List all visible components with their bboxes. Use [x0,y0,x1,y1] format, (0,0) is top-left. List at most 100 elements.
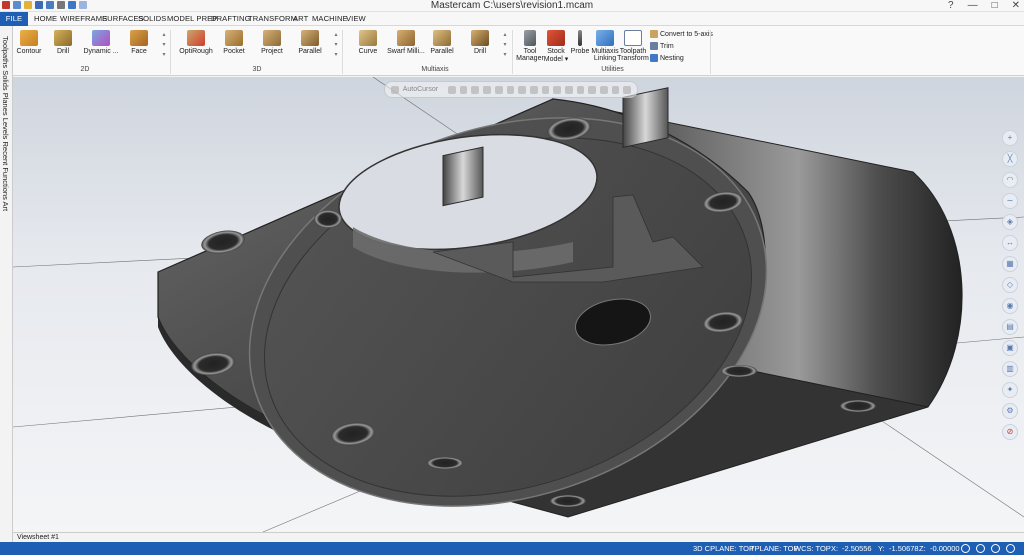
close-button[interactable]: ✕ [1012,0,1020,12]
settings-icon[interactable]: ⚙ [1002,403,1018,419]
dynamic-label: Dynamic ... [83,48,119,55]
tool-manager-line1: Tool [523,48,537,55]
tplane-status[interactable]: TPLANE: TOP [750,542,799,555]
snap-icon[interactable] [576,85,585,94]
tool-manager-line2: Manager [516,55,544,62]
snap-icon[interactable] [564,85,573,94]
viewsheet-tab[interactable]: Viewsheet #1 [17,533,59,542]
select-solids-icon[interactable]: ▦ [1002,256,1018,272]
ribbon-divider [342,30,343,74]
snap-icon[interactable] [494,85,503,94]
gallery-scroll-multiaxis[interactable]: ▴ ▾ ▾ [502,30,508,62]
snap-icon[interactable] [529,85,538,94]
snap-icon[interactable] [448,85,456,94]
parallel-icon [301,30,319,46]
x-coord-value: -2.50556 [842,544,872,553]
select-attributes-icon[interactable]: ▣ [1002,340,1018,356]
pocket-button[interactable]: Pocket [213,30,255,66]
project-icon [263,30,281,46]
snap-icon[interactable] [623,85,632,94]
slot-left [442,146,484,207]
autocursor-label[interactable]: AutoCursor [403,86,438,93]
select-color-icon[interactable]: ◉ [1002,298,1018,314]
trim-button[interactable]: Trim [650,41,674,51]
window-title: Mastercam C:\users\revision1.mcam [430,0,594,11]
pocket-icon [225,30,243,46]
multiaxis-linking-icon [596,30,614,46]
select-level-icon[interactable]: ▤ [1002,319,1018,335]
drill-2d-label: Drill [56,48,70,55]
snap-icon[interactable] [600,85,608,94]
minimize-button[interactable]: — [968,0,978,12]
face-button[interactable]: Face [118,30,160,66]
tab-solids[interactable]: SOLIDS [136,12,168,26]
select-arcs-icon[interactable]: ◠ [1002,172,1018,188]
toolpath-transform-button[interactable]: Toolpath Transform [617,30,649,66]
trim-icon [650,42,658,50]
clear-selection-icon[interactable]: ⊘ [1002,424,1018,440]
snap-icon[interactable] [611,85,620,94]
ribbon: Contour Drill Dynamic ... Face ▴ ▾ ▾ 2D Op… [0,26,1024,76]
snap-icon[interactable] [471,85,480,94]
bolt-hole [550,495,586,507]
snap-icon[interactable] [553,85,561,94]
manager-tabs: Toolpaths Solids Planes Levels Recent Fu… [0,26,13,542]
nesting-label: Nesting [660,54,684,62]
select-results-icon[interactable]: ✦ [1002,382,1018,398]
dynamic-button[interactable]: Dynamic ... [80,30,122,66]
tab-home[interactable]: HOME [32,12,59,26]
help-icon[interactable]: ? [948,0,954,12]
snap-icon[interactable] [459,85,468,94]
select-dimensions-icon[interactable]: ↔ [1002,235,1018,251]
parallel-3d-button[interactable]: Parallel [289,30,331,66]
nesting-button[interactable]: Nesting [650,53,684,63]
view-icon[interactable] [976,544,985,553]
select-groups-icon[interactable]: ▥ [1002,361,1018,377]
group-label-3d: 3D [252,66,262,73]
tab-art[interactable]: ART [291,12,310,26]
parallel-multiaxis-label: Parallel [430,48,454,55]
tab-view[interactable]: VIEW [344,12,368,26]
cplane-status[interactable]: 3D CPLANE: TOP [693,542,754,555]
parallel-3d-label: Parallel [298,48,322,55]
bolt-hole [427,457,463,469]
probe-label: Probe [570,48,590,55]
menu-bar: FILE HOME WIREFRAME SURFACES SOLIDS MODE… [0,12,1024,26]
manager-tab-labels[interactable]: Toolpaths Solids Planes Levels Recent Fu… [1,36,10,211]
optirough-button[interactable]: OptiRough [175,30,217,66]
drill-2d-button[interactable]: Drill [42,30,84,66]
snap-icon[interactable] [541,85,550,94]
stock-model-icon [547,30,565,46]
autocursor-toolbar[interactable]: AutoCursor [384,81,638,98]
snap-icon[interactable] [518,85,526,94]
group-label-multiaxis: Multiaxis [421,66,449,73]
snap-icon[interactable] [588,85,597,94]
graphics-viewport[interactable] [13,77,1024,532]
face-label: Face [131,48,147,55]
globe-icon[interactable] [961,544,970,553]
select-all-icon[interactable]: + [1002,130,1018,146]
gallery-scroll-3d[interactable]: ▴ ▾ ▾ [333,30,339,62]
group-label-2d: 2D [80,66,90,73]
tab-file[interactable]: FILE [0,12,28,26]
wcs-status[interactable]: WCS: TOP [794,542,831,555]
autocursor-icon[interactable] [391,85,399,94]
project-button[interactable]: Project [251,30,293,66]
multiaxis-linking-line2: Linking [593,55,617,62]
select-meshes-icon[interactable]: ◇ [1002,277,1018,293]
wireframe-icon[interactable] [1006,544,1015,553]
select-surfaces-icon[interactable]: ◈ [1002,214,1018,230]
project-label: Project [261,48,283,55]
select-splines-icon[interactable]: ∼ [1002,193,1018,209]
drill-multiaxis-icon [471,30,489,46]
select-lines-icon[interactable]: ╳ [1002,151,1018,167]
drill-multiaxis-button[interactable]: Drill [459,30,501,66]
shading-icon[interactable] [991,544,1000,553]
snap-icon[interactable] [506,85,515,94]
snap-icon[interactable] [483,85,491,94]
maximize-button[interactable]: □ [992,0,998,12]
convert-to-5-axis-button[interactable]: Convert to 5-axis [650,29,713,39]
gallery-scroll-2d[interactable]: ▴ ▾ ▾ [161,30,167,62]
window-controls: ? — □ ✕ [948,0,1020,12]
parallel-multiaxis-button[interactable]: Parallel [421,30,463,66]
